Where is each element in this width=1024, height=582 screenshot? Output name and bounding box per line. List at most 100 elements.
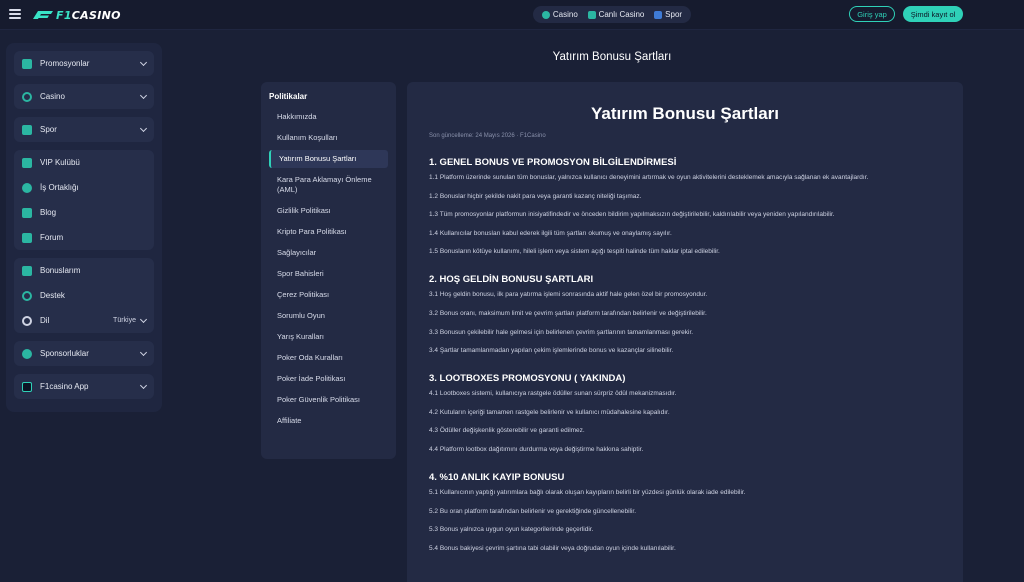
sidebar-item-promotions[interactable]: Promosyonlar (14, 51, 154, 76)
signup-button[interactable]: Şimdi kayıt ol (903, 6, 963, 22)
nav-live-casino[interactable]: Canlı Casino (587, 10, 645, 19)
sidebar-group-casino: Casino (14, 84, 154, 109)
chevron-down-icon (139, 58, 148, 67)
section-heading: 4. %10 ANLIK KAYIP BONUSU (429, 471, 565, 483)
sidebar-item-label: Casino (40, 92, 65, 101)
sidebar-item-sports[interactable]: Spor (14, 117, 154, 142)
forum-icon (22, 232, 32, 243)
policy-item-poker-security[interactable]: Poker Güvenlik Politikası (269, 391, 388, 409)
section-paragraph: 3.1 Hoş geldin bonusu, ilk para yatırma … (429, 291, 708, 299)
bonus-icon (22, 265, 32, 276)
section-paragraph: 5.2 Bu oran platform tarafından belirlen… (429, 507, 637, 515)
chevron-down-icon (139, 91, 148, 100)
nav-casino[interactable]: Casino (541, 10, 578, 19)
policy-item-about[interactable]: Hakkımızda (269, 108, 388, 126)
sidebar-item-casino[interactable]: Casino (14, 84, 154, 109)
section-paragraph: 5.3 Bonus yalnızca uygun oyun kategorile… (429, 526, 594, 534)
live-casino-icon (587, 10, 596, 19)
sidebar-item-app[interactable]: F1casino App (14, 374, 154, 399)
sidebar-group-account: Bonuslarım Destek Dil Türkiye (14, 258, 154, 333)
page-title: Yatırım Bonusu Şartları (552, 51, 672, 63)
document-meta: Son güncelleme: 24 Mayıs 2026 · F1Casino (429, 133, 546, 139)
chevron-down-icon (139, 315, 148, 324)
app-icon (22, 381, 32, 392)
section-paragraph: 1.5 Bonusların kötüye kullanımı, hileli … (429, 248, 720, 256)
logo-mark-icon (33, 11, 53, 19)
sidebar-item-forum[interactable]: Forum (14, 225, 154, 250)
sidebar-item-label: Destek (40, 291, 65, 300)
trophy-icon (22, 157, 32, 168)
policy-item-terms[interactable]: Kullanım Koşulları (269, 129, 388, 147)
sports-icon (654, 10, 663, 19)
policy-item-affiliate[interactable]: Affiliate (269, 412, 388, 430)
section-paragraph: 1.4 Kullanıcılar bonusları kabul ederek … (429, 229, 672, 237)
logo[interactable]: F1CASINO (32, 7, 121, 23)
section-heading: 2. HOŞ GELDİN BONUSU ŞARTLARI (429, 274, 594, 286)
logo-text: F1CASINO (56, 8, 121, 22)
section-paragraph: 4.1 Lootboxes sistemi, kullanıcıya rastg… (429, 390, 677, 398)
section-paragraph: 1.1 Platform üzerinde sunulan tüm bonusl… (429, 174, 869, 181)
policy-item-providers[interactable]: Sağlayıcılar (269, 244, 388, 262)
section-paragraph: 4.3 Ödüller değişkenlik gösterebilir ve … (429, 427, 585, 435)
sidebar-group-sponsorships: Sponsorluklar (14, 341, 154, 366)
section-paragraph: 5.4 Bonus bakiyesi çevrim şartına tabi o… (429, 544, 676, 552)
policy-item-aml[interactable]: Kara Para Aklamayı Önleme (AML) (269, 171, 388, 199)
sidebar-item-sponsorships[interactable]: Sponsorluklar (14, 341, 154, 366)
menu-icon[interactable] (9, 9, 21, 19)
section-heading: 3. LOOTBOXES PROMOSYONU ( YAKINDA) (429, 373, 626, 385)
policy-item-cookies[interactable]: Çerez Politikası (269, 286, 388, 304)
nav-casino-label: Casino (552, 10, 578, 19)
top-nav: Casino Canlı Casino Spor (533, 6, 691, 23)
chevron-down-icon (139, 381, 148, 390)
section-paragraph: 5.1 Kullanıcının yaptığı yatırımlara bağ… (429, 488, 746, 496)
policy-item-poker-room-rules[interactable]: Poker Oda Kuralları (269, 349, 388, 367)
sports-icon (22, 124, 32, 135)
sidebar-group-app: F1casino App (14, 374, 154, 399)
nav-live-casino-label: Canlı Casino (598, 10, 645, 19)
language-value: Türkiye (113, 317, 136, 324)
policy-item-race-rules[interactable]: Yarış Kuralları (269, 328, 388, 346)
policy-item-deposit-bonus[interactable]: Yatırım Bonusu Şartları (269, 150, 388, 168)
sidebar-item-label: Bonuslarım (40, 266, 81, 275)
policies-heading: Politikalar (269, 92, 308, 101)
chevron-down-icon (139, 348, 148, 357)
globe-icon (22, 315, 32, 326)
sponsor-icon (22, 348, 32, 359)
section-paragraph: 3.2 Bonus oranı, maksimum limit ve çevri… (429, 309, 707, 317)
policies-nav: Politikalar Hakkımızda Kullanım Koşullar… (261, 82, 396, 459)
sidebar-item-label: Dil (40, 316, 50, 325)
policy-item-sports-betting[interactable]: Spor Bahisleri (269, 265, 388, 283)
document-title: Yatırım Bonusu Şartları (591, 104, 779, 123)
sidebar-item-affiliates[interactable]: İş Ortaklığı (14, 175, 154, 200)
casino-chip-icon (22, 91, 32, 102)
casino-icon (541, 10, 550, 19)
section-paragraph: 4.4 Platform lootbox dağıtımını durdurma… (429, 445, 644, 453)
nav-sports-label: Spor (665, 10, 683, 19)
sidebar-item-label: F1casino App (40, 382, 89, 391)
nav-sports[interactable]: Spor (654, 10, 682, 19)
sidebar-item-label: Spor (40, 125, 57, 134)
sidebar-group-sports: Spor (14, 117, 154, 142)
section-paragraph: 4.2 Kutuların içeriği tamamen rastgele b… (429, 408, 670, 416)
sidebar-item-blog[interactable]: Blog (14, 200, 154, 225)
section-heading: 1. GENEL BONUS VE PROMOSYON BİLGİLENDİRM… (429, 157, 677, 168)
policy-item-privacy[interactable]: Gizlilik Politikası (269, 202, 388, 220)
section-paragraph: 1.3 Tüm promosyonlar platformun inisiyat… (429, 211, 835, 219)
policy-item-crypto[interactable]: Kripto Para Politikası (269, 223, 388, 241)
policy-item-responsible-gaming[interactable]: Sorumlu Oyun (269, 307, 388, 325)
gift-icon (22, 58, 32, 69)
sidebar-item-label: Blog (40, 208, 57, 217)
section-paragraph: 3.3 Bonusun çekilebilir hale gelmesi içi… (429, 328, 694, 336)
sidebar-item-vip[interactable]: VIP Kulübü (14, 150, 154, 175)
policy-item-poker-refund[interactable]: Poker İade Politikası (269, 370, 388, 388)
sidebar-item-bonuses[interactable]: Bonuslarım (14, 258, 154, 283)
section-paragraph: 3.4 Şartlar tamamlanmadan yapılan çekim … (429, 347, 674, 355)
sidebar-item-language[interactable]: Dil Türkiye (14, 308, 154, 333)
sidebar-item-label: VIP Kulübü (40, 158, 80, 167)
sidebar-item-label: Promosyonlar (40, 59, 90, 68)
login-button[interactable]: Giriş yap (849, 6, 895, 22)
sidebar-item-label: Forum (40, 233, 64, 242)
chevron-down-icon (139, 124, 148, 133)
blog-icon (22, 207, 32, 218)
sidebar-item-support[interactable]: Destek (14, 283, 154, 308)
